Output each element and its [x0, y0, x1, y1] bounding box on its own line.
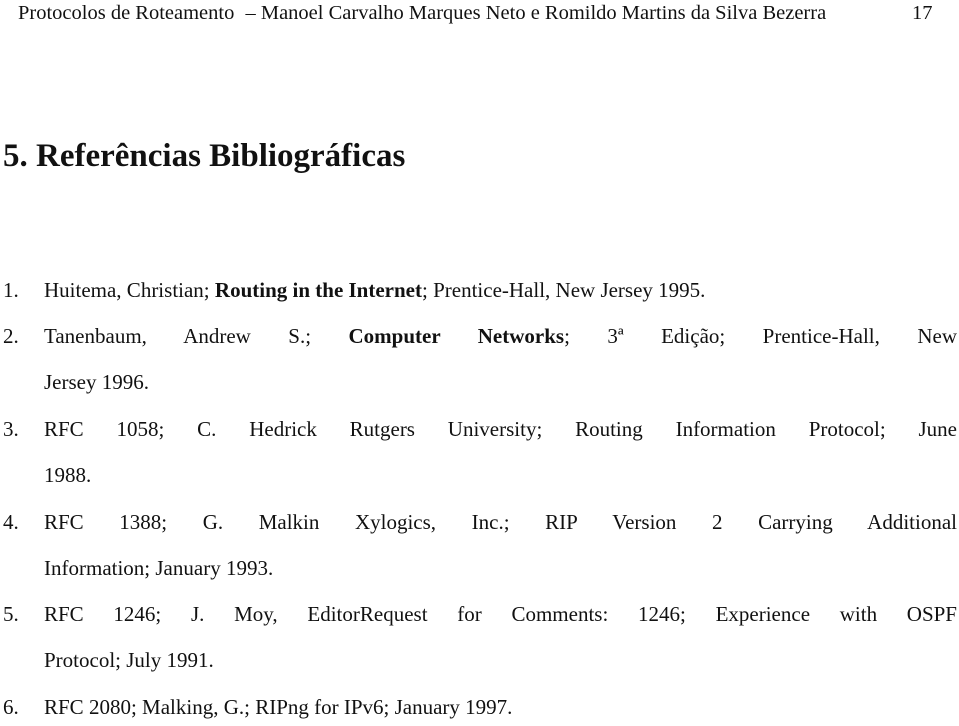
reference-line: Jersey 1996. [44, 370, 149, 394]
reference-line: Tanenbaum, Andrew S.; Computer Networks;… [44, 324, 957, 349]
reference-number: 4. [3, 510, 19, 534]
reference-line: RFC 1058; C. Hedrick Rutgers University;… [44, 417, 957, 441]
reference-number: 5. [3, 602, 19, 626]
reference-line: Information; January 1993. [44, 556, 274, 580]
reference-publisher: ; 3ª Edição; Prentice-Hall, New [564, 324, 957, 348]
reference-line: Protocol; July 1991. [44, 648, 214, 672]
running-title: Protocolos de Roteamento [18, 2, 235, 24]
reference-line: RFC 1388; G. Malkin Xylogics, Inc.; RIP … [44, 510, 957, 534]
reference-number: 1. [3, 278, 19, 302]
section-heading: 5. Referências Bibliográficas [3, 138, 406, 174]
reference-title: Routing in the Internet [214, 278, 422, 302]
header-separator: – [245, 2, 256, 24]
running-header: Protocolos de Roteamento – Manoel Carval… [18, 2, 826, 25]
reference-number: 3. [3, 417, 19, 441]
reference-authors: Huitema, Christian; [44, 278, 215, 302]
reference-line: Huitema, Christian; Routing in the Inter… [44, 278, 957, 303]
reference-authors: Tanenbaum, Andrew S.; [44, 324, 349, 348]
reference-line: 1988. [44, 463, 92, 487]
reference-line: RFC 2080; Malking, G.; RIPng for IPv6; J… [44, 695, 513, 719]
reference-title: Computer Networks [348, 324, 565, 348]
reference-number: 2. [3, 324, 19, 348]
header-authors: Manoel Carvalho Marques Neto e Romildo M… [260, 2, 827, 24]
reference-number: 6. [3, 695, 19, 719]
reference-publisher: ; Prentice-Hall, New Jersey 1995. [422, 278, 706, 302]
reference-line: RFC 1246; J. Moy, EditorRequest for Comm… [44, 602, 957, 626]
page-number: 17 [912, 2, 933, 24]
